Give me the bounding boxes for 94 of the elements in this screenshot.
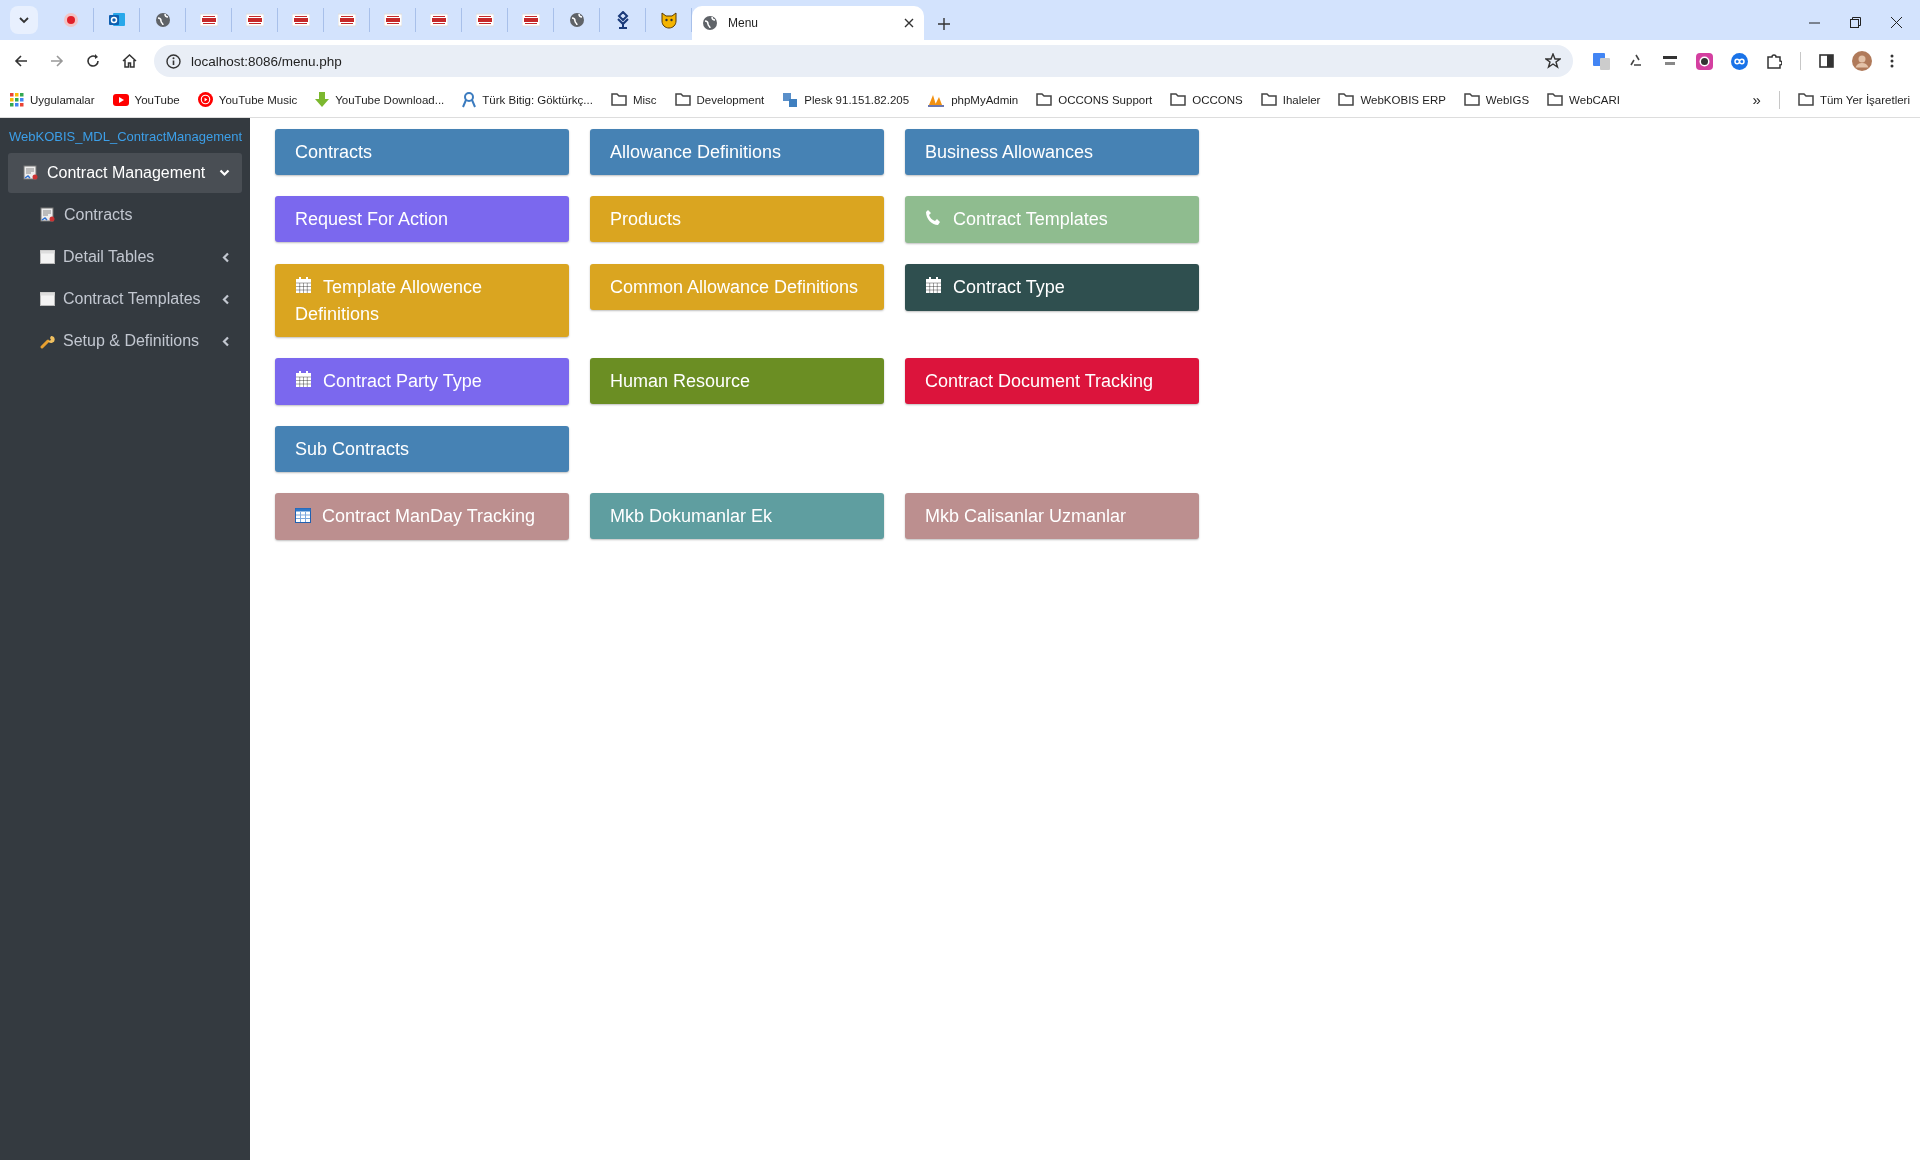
bookmark-link[interactable]: Uygulamalar (10, 92, 95, 107)
menu-tile[interactable]: Contract Party Type (275, 358, 569, 405)
address-bar[interactable]: localhost:8086/menu.php (154, 45, 1573, 77)
bookmark-link[interactable]: WebKOBIS ERP (1338, 93, 1446, 106)
globe-icon (568, 12, 585, 28)
table-icon (295, 508, 311, 523)
restore-icon[interactable] (1850, 17, 1861, 28)
infinity-icon[interactable] (1731, 52, 1748, 70)
calendar-icon (295, 277, 312, 294)
menu-tile[interactable]: Contract Type (905, 264, 1199, 311)
home-icon[interactable] (121, 54, 137, 68)
ribbon-icon (462, 91, 477, 108)
bookmark-link[interactable]: Tüm Yer İşaretleri (1797, 93, 1910, 106)
globe-icon (154, 12, 171, 28)
down-arrow-icon (315, 91, 330, 108)
chevron-down-icon (19, 16, 29, 24)
color-ring-icon[interactable] (1696, 52, 1713, 70)
play-logo-icon (112, 93, 129, 106)
calendar-icon (295, 371, 312, 388)
play-circle-icon (197, 92, 213, 107)
bookmark-link[interactable]: WebIGS (1463, 93, 1530, 106)
browser-tab[interactable]: Menu (692, 6, 924, 40)
menu-item[interactable]: Setup & Definitions (8, 321, 242, 361)
folder-icon (1797, 93, 1814, 106)
document-icon (23, 165, 39, 181)
bookmark-link[interactable]: Development (674, 93, 765, 106)
reload-icon[interactable] (86, 54, 100, 68)
bookmark-link[interactable]: YouTube Music (197, 92, 298, 107)
menu-item[interactable]: Contract Templates (8, 279, 242, 319)
tab-search-button[interactable] (10, 6, 38, 34)
logo-icon (429, 12, 448, 28)
apps-grid-icon (10, 92, 24, 107)
menu-tile[interactable]: Human Resource (590, 358, 884, 404)
folder-icon (674, 93, 691, 106)
folder-icon (1170, 93, 1187, 106)
logo-icon (521, 12, 540, 28)
logo-icon (383, 12, 402, 28)
menu-item[interactable]: Contracts (8, 195, 242, 235)
globe-icon (702, 15, 718, 31)
menu-tile[interactable]: Business Allowances (905, 129, 1199, 175)
translate-icon[interactable] (1593, 52, 1610, 70)
menu-item[interactable]: Detail Tables (8, 237, 242, 277)
cat-face-icon (659, 11, 678, 29)
logo-icon (291, 12, 310, 28)
puzzle-icon[interactable] (1766, 53, 1782, 69)
record-icon (62, 12, 79, 28)
menu-tile[interactable]: Contract Document Tracking (905, 358, 1199, 404)
folder-icon (1036, 93, 1053, 106)
bookmark-link[interactable]: phpMyAdmin (927, 92, 1019, 107)
table-icon (40, 292, 55, 306)
folder-icon (1338, 93, 1355, 106)
bookmark-link[interactable]: Ihaleler (1260, 93, 1321, 106)
folder-icon (1547, 93, 1564, 106)
more-menu-icon[interactable] (1890, 54, 1894, 68)
close-icon[interactable] (1891, 17, 1902, 28)
folder-icon (610, 93, 627, 106)
close-tab-icon[interactable] (904, 18, 914, 28)
folder-icon (1463, 93, 1480, 106)
folder-icon (1260, 93, 1277, 106)
server-icon (782, 91, 799, 108)
side-panel-icon[interactable] (1819, 54, 1834, 68)
bookmark-link[interactable]: YouTube (112, 93, 180, 106)
bookmark-link[interactable]: OCCONS (1170, 93, 1243, 106)
app-title: WebKOBIS_MDL_ContractManagement (9, 128, 243, 146)
logo-icon (245, 12, 264, 28)
menu-tile[interactable]: Allowance Definitions (590, 129, 884, 175)
bookmark-link[interactable]: WebCARI (1547, 93, 1621, 106)
menu-tile[interactable]: Contracts (275, 129, 569, 175)
menu-tile[interactable]: Sub Contracts (275, 426, 569, 472)
bookmark-link[interactable]: Plesk 91.151.82.205 (782, 91, 910, 108)
bookmark-link[interactable]: OCCONS Support (1036, 93, 1153, 106)
new-tab-icon[interactable] (938, 18, 950, 30)
logo-icon (475, 12, 494, 28)
more-bookmarks-button[interactable]: » (1752, 91, 1761, 108)
phone-icon (925, 209, 942, 226)
document-icon (40, 207, 56, 223)
mail-icon (107, 11, 126, 29)
bookmark-link[interactable]: Misc (610, 93, 657, 106)
back-arrow-icon[interactable] (14, 54, 28, 68)
logo-icon (337, 12, 356, 28)
bookmark-link[interactable]: Türk Bitig: Göktürkç... (462, 91, 593, 108)
menu-tile[interactable]: Request For Action (275, 196, 569, 242)
info-icon[interactable] (166, 53, 181, 69)
table-icon (40, 250, 55, 264)
avatar-icon[interactable] (1852, 51, 1872, 71)
text-logo-icon[interactable] (1662, 54, 1678, 68)
logo-icon (199, 12, 218, 28)
wrench-icon (40, 333, 55, 349)
star-icon[interactable] (1545, 53, 1561, 69)
figure-icon (614, 11, 631, 29)
forward-arrow-icon[interactable] (50, 54, 64, 68)
calendar-icon (925, 277, 942, 294)
menu-item[interactable]: Contract Management (8, 153, 242, 193)
bookmark-link[interactable]: YouTube Download... (315, 91, 445, 108)
